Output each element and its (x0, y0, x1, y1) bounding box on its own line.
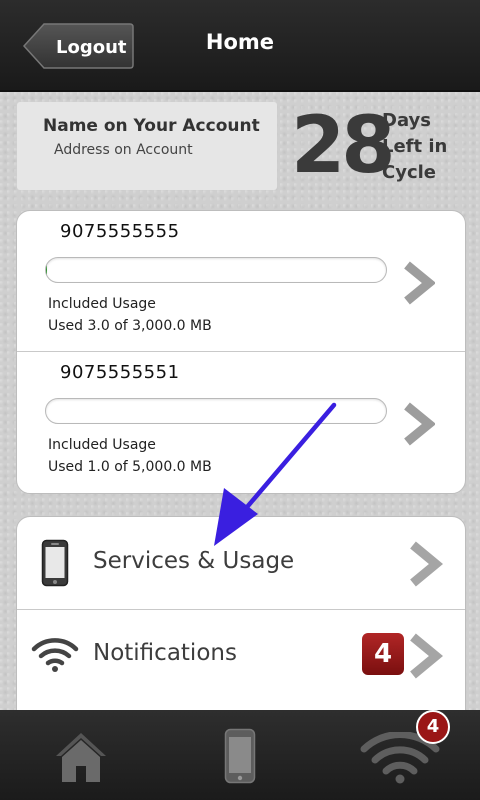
phone-icon (41, 539, 69, 587)
account-name: Name on Your Account (43, 116, 260, 136)
chevron-right-icon[interactable] (403, 402, 435, 446)
days-left-number: 28 (291, 101, 396, 191)
notification-count-badge: 4 (362, 633, 404, 675)
header-bar: Logout Home (0, 0, 480, 92)
days-caption-line1: Days (382, 110, 431, 131)
chevron-right-icon[interactable] (403, 261, 435, 305)
notifications-label: Notifications (93, 640, 237, 666)
chevron-right-icon[interactable] (409, 633, 443, 679)
chevron-right-icon[interactable] (409, 541, 443, 587)
tab-home[interactable] (0, 710, 160, 800)
tab-phone[interactable] (160, 710, 320, 800)
account-address: Address on Account (54, 142, 193, 158)
services-usage-item[interactable]: Services & Usage (17, 517, 465, 609)
usage-progress-bar (45, 257, 387, 283)
bottom-tab-bar: 4 (0, 710, 480, 800)
line-number: 9075555551 (60, 362, 180, 383)
line-row[interactable]: 9075555555 Included Usage Used 3.0 of 3,… (17, 211, 465, 351)
home-icon (56, 733, 106, 782)
account-summary: Name on Your Account Address on Account (17, 102, 277, 190)
usage-detail: Used 1.0 of 5,000.0 MB (48, 459, 212, 475)
menu-card: Services & Usage Notifications 4 (16, 516, 466, 718)
usage-progress-bar (45, 398, 387, 424)
line-row[interactable]: 9075555551 Included Usage Used 1.0 of 5,… (17, 352, 465, 492)
notifications-item[interactable]: Notifications 4 (17, 609, 465, 705)
tab-notifications[interactable] (320, 710, 480, 800)
days-left-caption: Days Left in Cycle (382, 108, 447, 186)
usage-label: Included Usage (48, 437, 156, 453)
lines-card: 9075555555 Included Usage Used 3.0 of 3,… (16, 210, 466, 494)
phone-icon (224, 728, 256, 784)
line-number: 9075555555 (60, 221, 180, 242)
days-caption-line2: Left in (382, 136, 448, 157)
services-usage-label: Services & Usage (93, 548, 295, 574)
usage-detail: Used 3.0 of 3,000.0 MB (48, 318, 212, 334)
wifi-icon (31, 638, 79, 672)
tab-notification-badge: 4 (416, 710, 450, 744)
main-content: Name on Your Account Address on Account … (0, 92, 480, 718)
page-title: Home (205, 30, 275, 54)
usage-label: Included Usage (48, 296, 156, 312)
days-caption-line3: Cycle (382, 162, 436, 183)
